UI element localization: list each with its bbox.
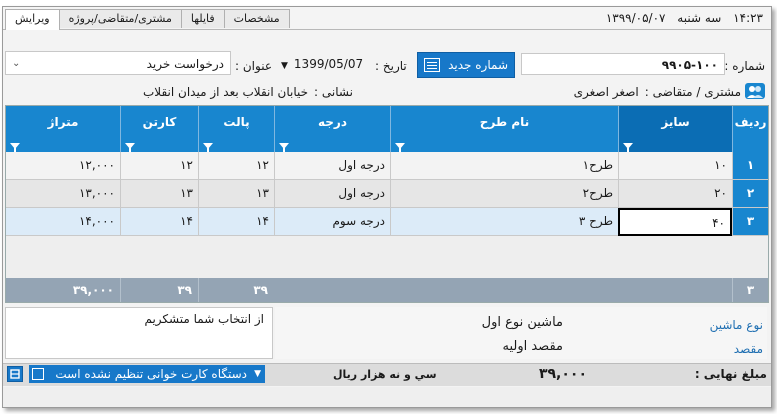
cell-meter[interactable]: ۱۲,۰۰۰: [6, 152, 120, 180]
cell-grade[interactable]: درجه اول: [274, 152, 390, 180]
table-row[interactable]: ۱ ۱۰ طرح۱ درجه اول ۱۲ ۱۲ ۱۲,۰۰۰: [6, 152, 768, 180]
col-meter[interactable]: متراژ: [6, 106, 120, 153]
address-line: نشانی : خیابان انقلاب بعد از میدان انقلا…: [143, 85, 353, 99]
app-window: ویرایش مشتری/متقاضی/پروژه فایلها مشخصات …: [2, 6, 772, 408]
customer-label: مشتری / متقاضی :: [644, 85, 741, 99]
summary-pallet: ۳۹: [198, 278, 274, 302]
clock-date: ۱۳۹۹/۰۵/۰۷: [605, 11, 666, 25]
clock-weekday: سه شنبه: [677, 11, 722, 25]
col-grade[interactable]: درجه: [274, 106, 390, 153]
grid-header: ردیف سایز نام طرح درجه پالت کارتن متراژ: [6, 106, 768, 153]
chevron-down-icon[interactable]: ▼: [281, 61, 288, 71]
summary-carton: ۳۹: [120, 278, 198, 302]
cell-carton[interactable]: ۱۲: [120, 152, 198, 180]
cell-design[interactable]: طرح۱: [390, 152, 618, 180]
tab-customer-project[interactable]: مشتری/متقاضی/پروژه: [58, 9, 182, 28]
clock-time: ۱۴:۲۳: [733, 11, 763, 25]
cell-pallet[interactable]: ۱۳: [198, 180, 274, 208]
chevron-down-icon[interactable]: ▼: [254, 365, 261, 383]
customer-icon[interactable]: [745, 83, 765, 99]
row-number: ۱: [732, 152, 768, 180]
machine-type-value[interactable]: ماشین نوع اول: [482, 315, 563, 330]
filter-icon[interactable]: [203, 143, 213, 153]
table-row[interactable]: ۲ ۲۰ طرح۲ درجه اول ۱۳ ۱۳ ۱۳,۰۰۰: [6, 180, 768, 208]
new-number-button[interactable]: شماره جدید: [417, 52, 515, 78]
address-label: نشانی :: [314, 85, 353, 99]
details-panel: نوع ماشین ماشین نوع اول مقصد مقصد اولیه: [275, 307, 767, 359]
clock: ۱۴:۲۳ سه شنبه ۱۳۹۹/۰۵/۰۷: [598, 11, 763, 25]
customer-value: اصغر اصغری: [573, 85, 639, 99]
summary-row: ۳ ۳۹ ۳۹ ۳۹,۰۰۰: [6, 278, 768, 302]
cell-meter[interactable]: ۱۴,۰۰۰: [6, 208, 120, 236]
destination-label: مقصد: [733, 342, 763, 356]
cell-pallet[interactable]: ۱۴: [198, 208, 274, 236]
filter-icon[interactable]: [395, 143, 405, 153]
final-amount-label: مبلغ نهایی :: [694, 367, 767, 381]
cell-size[interactable]: ۲۰: [618, 180, 732, 208]
row-number: ۲: [732, 180, 768, 208]
tab-strip: ویرایش مشتری/متقاضی/پروژه فایلها مشخصات: [5, 9, 290, 30]
new-number-label: شماره جدید: [448, 58, 508, 72]
summary-meter: ۳۹,۰۰۰: [72, 283, 114, 297]
date-field[interactable]: ▼ 1399/05/07: [279, 53, 373, 75]
cell-size-editing[interactable]: ۴۰: [618, 208, 732, 236]
settings-icon[interactable]: [7, 366, 23, 382]
card-reader-icon: [32, 368, 44, 380]
date-value: 1399/05/07: [293, 57, 364, 71]
cell-grade[interactable]: درجه سوم: [274, 208, 390, 236]
cell-carton[interactable]: ۱۳: [120, 180, 198, 208]
date-label: تاریخ :: [375, 59, 407, 73]
col-size[interactable]: سایز: [618, 106, 732, 153]
row-number: ۳: [732, 208, 768, 236]
col-pallet[interactable]: پالت: [198, 106, 274, 153]
final-amount-value: ۳۹,۰۰۰: [538, 366, 587, 382]
chevron-down-icon[interactable]: ⌄: [12, 52, 20, 76]
note-textarea[interactable]: از انتخاب شما متشکریم: [5, 307, 273, 359]
col-carton[interactable]: کارتن: [120, 106, 198, 153]
title-select[interactable]: درخواست خرید ⌄: [5, 51, 231, 75]
tab-files[interactable]: فایلها: [180, 9, 225, 28]
cell-design[interactable]: طرح ۳: [390, 208, 618, 236]
cutoff-area: [3, 387, 771, 407]
title-label: عنوان :: [235, 59, 272, 73]
number-field[interactable]: ۹۹۰۵-۱۰۰: [521, 53, 725, 75]
filter-icon[interactable]: [125, 143, 135, 153]
cell-grade[interactable]: درجه اول: [274, 180, 390, 208]
cell-pallet[interactable]: ۱۲: [198, 152, 274, 180]
machine-type-label: نوع ماشین: [709, 318, 763, 332]
address-value: خیابان انقلاب بعد از میدان انقلاب: [143, 85, 309, 99]
customer-line: مشتری / متقاضی : اصغر اصغری: [574, 85, 741, 99]
col-design-name[interactable]: نام طرح: [390, 106, 618, 153]
title-value: درخواست خرید: [146, 57, 224, 71]
col-row[interactable]: ردیف: [732, 106, 768, 152]
number-label: شماره :: [724, 59, 765, 73]
amount-in-words: سي و نه هزار ريال: [333, 368, 437, 381]
cell-carton[interactable]: ۱۴: [120, 208, 198, 236]
items-grid[interactable]: ردیف سایز نام طرح درجه پالت کارتن متراژ …: [5, 105, 769, 303]
filter-icon[interactable]: [279, 143, 289, 153]
cell-design[interactable]: طرح۲: [390, 180, 618, 208]
cell-size[interactable]: ۱۰: [618, 152, 732, 180]
filter-icon[interactable]: [623, 143, 633, 153]
cell-meter[interactable]: ۱۳,۰۰۰: [6, 180, 120, 208]
table-row[interactable]: ۳ ۴۰ طرح ۳ درجه سوم ۱۴ ۱۴ ۱۴,۰۰۰: [6, 208, 768, 236]
top-bar: ویرایش مشتری/متقاضی/پروژه فایلها مشخصات …: [3, 7, 771, 30]
card-reader-text: دستگاه کارت خوانی تنظیم نشده است: [55, 367, 247, 381]
document-icon: [424, 58, 440, 72]
card-reader-status[interactable]: دستگاه کارت خوانی تنظیم نشده است ▼: [29, 365, 265, 383]
filter-icon[interactable]: [10, 143, 20, 153]
tab-specs[interactable]: مشخصات: [223, 9, 290, 28]
tab-edit[interactable]: ویرایش: [5, 9, 60, 30]
summary-rows: ۳: [732, 278, 768, 302]
destination-value[interactable]: مقصد اولیه: [502, 339, 563, 354]
